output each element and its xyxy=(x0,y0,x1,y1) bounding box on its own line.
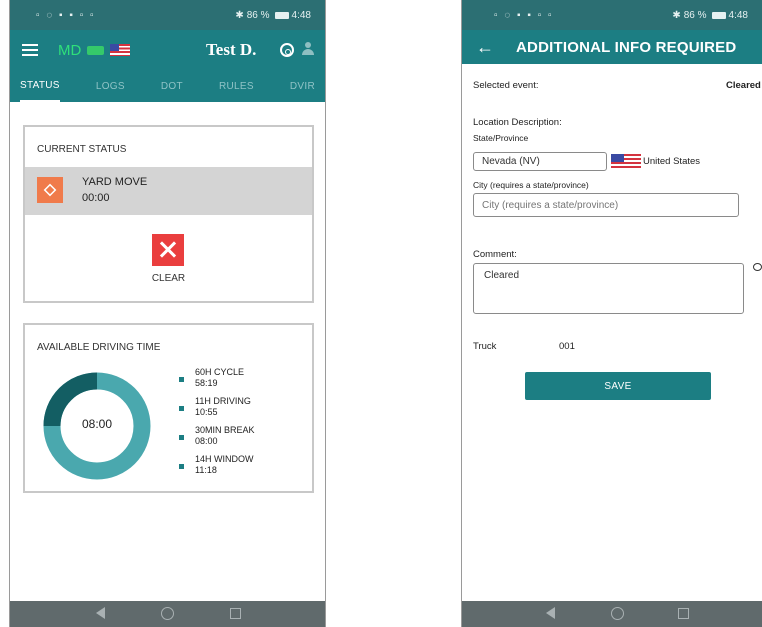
app-header: MD Test D. xyxy=(10,30,325,70)
driving-time-card: AVAILABLE DRIVING TIME 08:00 60H CYCLE 5… xyxy=(23,323,314,493)
legend-label: 11H DRIVING xyxy=(195,396,251,406)
country-label: United States xyxy=(643,156,701,167)
comment-textarea[interactable]: Cleared xyxy=(473,263,744,314)
us-flag-icon xyxy=(110,44,131,56)
home-nav-icon[interactable] xyxy=(611,607,624,620)
steering-wheel-icon[interactable] xyxy=(280,43,294,57)
tab-status[interactable]: STATUS xyxy=(20,70,60,102)
menu-icon[interactable] xyxy=(22,44,38,56)
android-nav-bar xyxy=(462,601,762,627)
notification-icons: ▫ ◌ ▪ ▪ ▫ ▫ xyxy=(36,9,96,21)
donut-value: 08:00 xyxy=(81,417,113,431)
driving-time-title: AVAILABLE DRIVING TIME xyxy=(37,342,161,353)
clock: 4:48 xyxy=(728,9,748,21)
status-name: YARD MOVE xyxy=(82,176,148,188)
back-arrow-icon[interactable]: ← xyxy=(476,37,494,58)
legend-label: 14H WINDOW xyxy=(195,454,254,464)
state-code: MD xyxy=(58,41,82,59)
tab-rules[interactable]: RULES xyxy=(219,70,254,102)
battery-icon xyxy=(274,11,289,19)
additional-info-screen: ▫ ◌ ▪ ▪ ▫ ▫ ✱ 86 % 4:48 ← ADDITIONAL INF… xyxy=(461,0,762,627)
battery-percent: 86 % xyxy=(246,9,270,21)
tab-dvir[interactable]: DVIR xyxy=(290,70,315,102)
status-content: CURRENT STATUS YARD MOVE 00:00 CLEAR AVA… xyxy=(10,102,325,601)
location-label: Location Description: xyxy=(473,117,562,128)
tab-bar: STATUS LOGS DOT RULES DVIR xyxy=(10,70,325,102)
save-button[interactable]: SAVE xyxy=(525,372,711,400)
selected-event-value: Cleared xyxy=(726,80,761,91)
legend-bullet xyxy=(179,377,184,382)
notification-icons: ▫ ◌ ▪ ▪ ▫ ▫ xyxy=(494,9,554,21)
tab-dot[interactable]: DOT xyxy=(161,70,183,102)
current-status-card: CURRENT STATUS YARD MOVE 00:00 CLEAR xyxy=(23,125,314,303)
city-input[interactable] xyxy=(473,193,739,217)
legend-bullet xyxy=(179,464,184,469)
clock: 4:48 xyxy=(291,9,311,21)
co-driver-icon[interactable] xyxy=(302,42,314,56)
city-label: City (requires a state/province) xyxy=(473,180,589,190)
additional-info-form: Selected event: Cleared Location Descrip… xyxy=(462,64,762,601)
package-icon xyxy=(37,177,63,203)
system-status-bar: ▫ ◌ ▪ ▪ ▫ ▫ ✱ 86 % 4:48 xyxy=(462,0,762,30)
clear-button[interactable] xyxy=(152,234,184,266)
tab-logs[interactable]: LOGS xyxy=(96,70,125,102)
status-time: 00:00 xyxy=(82,192,110,204)
status-row[interactable]: YARD MOVE 00:00 xyxy=(25,167,312,215)
state-label: State/Province xyxy=(473,133,529,143)
legend-label: 30MIN BREAK xyxy=(195,425,255,435)
android-nav-bar xyxy=(10,601,325,627)
status-screen: ▫ ◌ ▪ ▪ ▫ ▫ ✱ 86 % 4:48 MD Test D. STATU… xyxy=(9,0,326,627)
back-nav-icon[interactable] xyxy=(96,607,105,619)
legend-value: 58:19 xyxy=(195,378,218,388)
clear-label: CLEAR xyxy=(151,273,186,284)
bluetooth-icon: ✱ xyxy=(672,9,681,21)
bluetooth-icon: ✱ xyxy=(235,9,244,21)
system-indicators: ✱ 86 % 4:48 xyxy=(235,10,311,21)
recent-apps-icon[interactable] xyxy=(230,608,241,619)
home-nav-icon[interactable] xyxy=(161,607,174,620)
truck-value: 001 xyxy=(559,341,575,352)
system-status-bar: ▫ ◌ ▪ ▪ ▫ ▫ ✱ 86 % 4:48 xyxy=(10,0,325,30)
recent-apps-icon[interactable] xyxy=(678,608,689,619)
system-indicators: ✱ 86 % 4:48 xyxy=(672,10,748,21)
back-nav-icon[interactable] xyxy=(546,607,555,619)
legend-bullet xyxy=(179,406,184,411)
current-status-title: CURRENT STATUS xyxy=(37,144,127,155)
us-flag-icon xyxy=(611,154,641,168)
app-header: ← ADDITIONAL INFO REQUIRED xyxy=(462,30,762,64)
truck-icon xyxy=(87,45,105,55)
comment-label: Comment: xyxy=(473,249,517,260)
legend-bullet xyxy=(179,435,184,440)
legend-value: 11:18 xyxy=(195,465,217,475)
screen-title: ADDITIONAL INFO REQUIRED xyxy=(516,38,737,56)
legend-value: 08:00 xyxy=(195,436,218,446)
selected-event-label: Selected event: xyxy=(473,80,539,91)
battery-icon xyxy=(711,11,726,19)
state-select[interactable]: Nevada (NV) xyxy=(473,152,607,171)
truck-label: Truck xyxy=(473,341,497,352)
comment-bubble-icon[interactable] xyxy=(753,263,762,271)
battery-percent: 86 % xyxy=(683,9,707,21)
driver-name[interactable]: Test D. xyxy=(206,40,256,60)
legend-value: 10:55 xyxy=(195,407,218,417)
legend-label: 60H CYCLE xyxy=(195,367,245,377)
